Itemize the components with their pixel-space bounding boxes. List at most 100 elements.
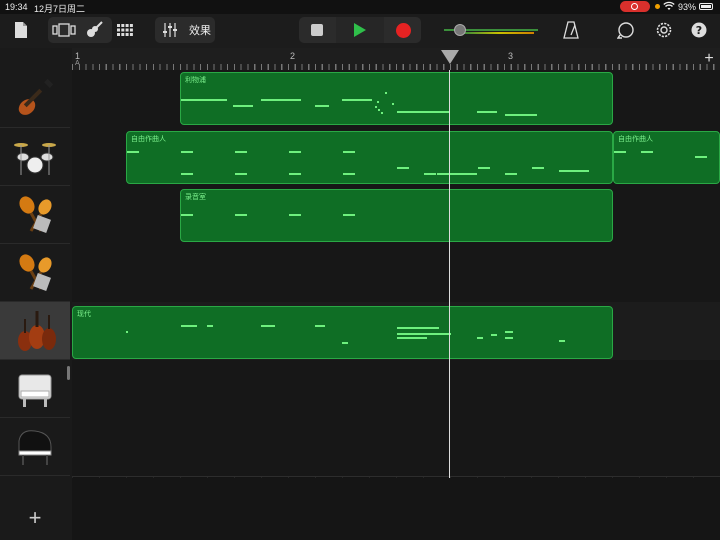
loops-button[interactable] bbox=[614, 17, 638, 43]
midi-note bbox=[127, 151, 139, 153]
record-button[interactable] bbox=[385, 17, 421, 43]
ruler-corner bbox=[0, 48, 72, 70]
instrument-button[interactable] bbox=[80, 17, 108, 43]
midi-note bbox=[289, 151, 301, 153]
midi-note bbox=[207, 325, 213, 327]
region-label: 自由作曲人 bbox=[131, 136, 166, 143]
master-volume-slider[interactable] bbox=[444, 24, 538, 36]
loop-icon bbox=[617, 22, 634, 39]
region-label: 现代 bbox=[77, 311, 91, 318]
midi-note bbox=[477, 111, 497, 113]
battery-icon bbox=[699, 3, 713, 10]
mixer-sliders-icon bbox=[163, 23, 177, 37]
midi-note bbox=[315, 105, 329, 107]
region-drums-2[interactable]: 自由作曲人 bbox=[613, 131, 720, 184]
transport-controls bbox=[299, 17, 421, 43]
track-header-electric-piano[interactable] bbox=[0, 360, 70, 418]
record-icon bbox=[395, 22, 411, 38]
midi-note bbox=[181, 214, 193, 216]
status-time: 19:34 bbox=[5, 2, 28, 12]
region-drums[interactable]: 自由作曲人 bbox=[126, 131, 613, 184]
region-label: 利物浦 bbox=[185, 77, 206, 84]
track-lane-percussion-2[interactable] bbox=[72, 244, 720, 303]
midi-note bbox=[342, 99, 372, 101]
midi-note bbox=[289, 214, 301, 216]
play-icon bbox=[354, 23, 366, 37]
track-lane-grand-piano[interactable] bbox=[72, 418, 720, 477]
track-header-percussion-2[interactable] bbox=[0, 244, 70, 302]
mixer-effects-group: 效果 bbox=[155, 17, 215, 43]
strings-icon bbox=[18, 310, 56, 351]
midi-note bbox=[392, 103, 394, 105]
midi-note bbox=[235, 151, 247, 153]
midi-note bbox=[378, 109, 380, 111]
midi-note bbox=[614, 151, 626, 153]
screen-record-indicator bbox=[620, 1, 650, 12]
document-icon bbox=[15, 22, 27, 38]
region-strings[interactable]: 现代 bbox=[72, 306, 613, 359]
settings-button[interactable] bbox=[652, 17, 676, 43]
tracks-view-button[interactable] bbox=[50, 17, 78, 43]
bar-number-3: 3 bbox=[508, 51, 514, 61]
track-header-bass[interactable] bbox=[0, 70, 70, 128]
track-header-strings[interactable] bbox=[0, 302, 70, 360]
track-header-drums[interactable] bbox=[0, 128, 70, 186]
midi-note bbox=[377, 101, 379, 103]
sidebar-scroll-indicator[interactable] bbox=[67, 366, 70, 380]
grid-view-button[interactable] bbox=[114, 17, 136, 43]
midi-note bbox=[397, 111, 449, 113]
midi-note bbox=[505, 114, 537, 116]
battery-percent: 93% bbox=[678, 2, 697, 12]
midi-note bbox=[261, 99, 301, 101]
play-button[interactable] bbox=[336, 17, 384, 43]
midi-note bbox=[397, 327, 439, 329]
midi-note bbox=[385, 92, 387, 94]
bass-guitar-icon bbox=[18, 78, 54, 115]
midi-note bbox=[181, 173, 193, 175]
region-bass[interactable]: 利物浦 bbox=[180, 72, 613, 125]
midi-note bbox=[397, 167, 409, 169]
midi-note bbox=[437, 173, 477, 175]
midi-note bbox=[477, 337, 483, 339]
mic-in-use-dot bbox=[655, 4, 660, 9]
midi-note bbox=[235, 173, 247, 175]
midi-note bbox=[641, 151, 653, 153]
midi-note bbox=[505, 173, 517, 175]
volume-knob[interactable] bbox=[454, 24, 466, 36]
view-toggle-group bbox=[48, 17, 112, 43]
mixer-button[interactable] bbox=[159, 17, 181, 43]
grid-icon bbox=[117, 24, 133, 36]
playhead-handle[interactable] bbox=[441, 50, 459, 64]
grand-piano-icon bbox=[18, 429, 52, 465]
stop-button[interactable] bbox=[299, 17, 335, 43]
region-percussion[interactable]: 录音室 bbox=[180, 189, 613, 242]
effects-button[interactable]: 效果 bbox=[185, 17, 215, 43]
midi-note bbox=[381, 112, 383, 114]
midi-note bbox=[491, 334, 497, 336]
add-track-button[interactable]: + bbox=[0, 496, 70, 540]
midi-note bbox=[343, 151, 355, 153]
maracas-icon bbox=[19, 253, 52, 291]
midi-note bbox=[559, 340, 565, 342]
midi-note bbox=[505, 337, 513, 339]
timeline-ruler[interactable]: 1 A 2 3 bbox=[72, 48, 720, 71]
gear-icon bbox=[656, 22, 672, 38]
metronome-button[interactable] bbox=[560, 17, 582, 43]
midi-note bbox=[181, 99, 227, 101]
midi-note bbox=[532, 167, 544, 169]
midi-note bbox=[181, 325, 197, 327]
stop-icon bbox=[311, 24, 323, 36]
track-header-percussion-1[interactable] bbox=[0, 186, 70, 244]
status-bar: 19:34 12月7日周二 93% bbox=[0, 0, 720, 14]
tracks-area[interactable]: 利物浦 自由作曲人 自由作曲人 录音室 现代 bbox=[72, 70, 720, 540]
my-songs-button[interactable] bbox=[10, 17, 32, 43]
midi-note bbox=[559, 170, 589, 172]
midi-note bbox=[261, 325, 275, 327]
track-lane-electric-piano[interactable] bbox=[72, 360, 720, 419]
track-header-grand-piano[interactable] bbox=[0, 418, 70, 476]
midi-note bbox=[126, 331, 128, 333]
add-section-button[interactable]: + bbox=[700, 50, 718, 68]
midi-note bbox=[397, 333, 451, 335]
help-button[interactable]: ? bbox=[688, 17, 710, 43]
playhead-line[interactable] bbox=[449, 70, 450, 478]
